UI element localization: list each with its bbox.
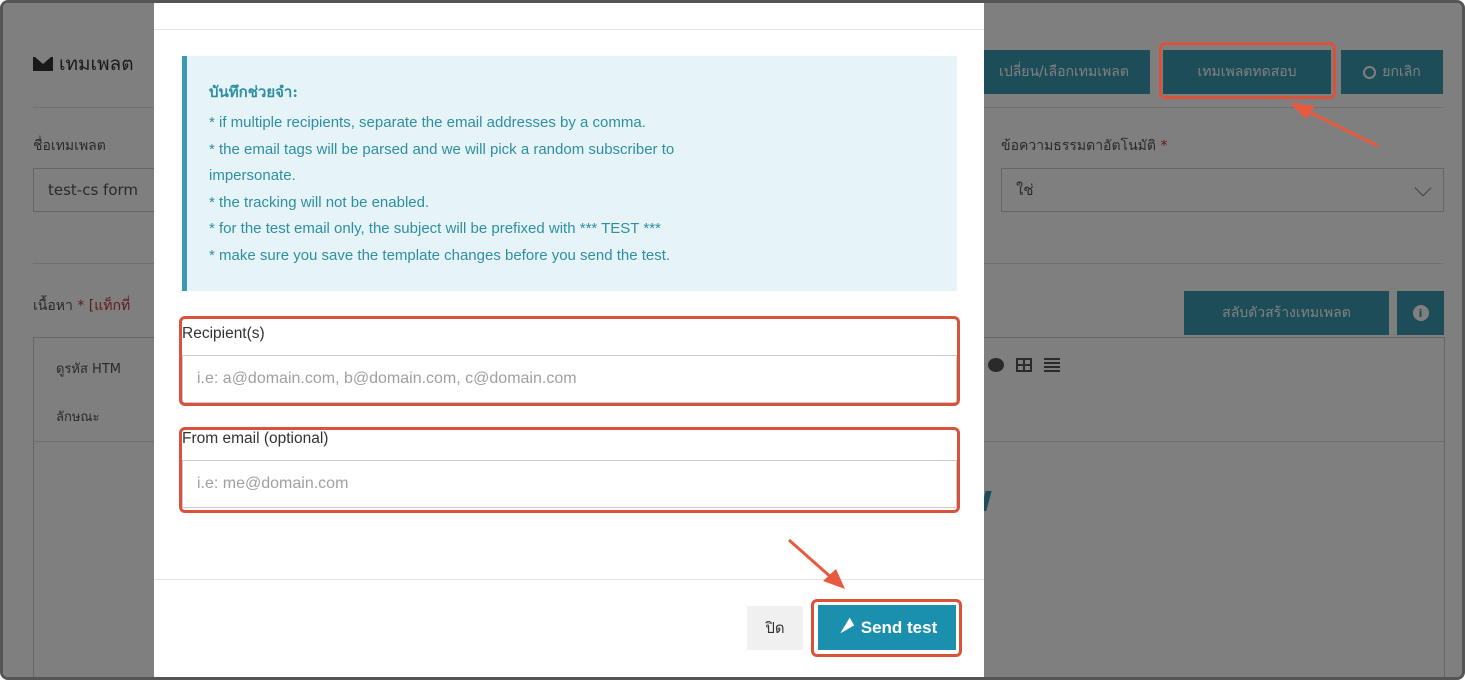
note-box: บันทึกช่วยจำ: * if multiple recipients, …: [182, 56, 957, 291]
modal-footer-divider: [154, 579, 984, 580]
note-title: บันทึกช่วยจำ:: [209, 83, 298, 101]
note-line: * the email tags will be parsed and we w…: [209, 140, 675, 158]
highlight-test-template: [1159, 42, 1336, 99]
highlight-send-button: [811, 599, 962, 657]
note-line: * if multiple recipients, separate the e…: [209, 114, 646, 131]
note-line: impersonate.: [209, 167, 296, 184]
window-frame: เทมเพลต เปลี่ยน/เลือกเทมเพลต เทมเพลตทดสอ…: [0, 0, 1465, 680]
close-button[interactable]: ปิด: [747, 606, 803, 650]
highlight-from-email: [179, 427, 960, 513]
modal-header-divider: [154, 29, 984, 30]
highlight-recipients: [179, 316, 960, 406]
note-line: * the tracking will not be enabled.: [209, 193, 430, 211]
note-line: * make sure you save the template change…: [209, 246, 671, 264]
note-line: * for the test email only, the subject w…: [209, 220, 661, 237]
